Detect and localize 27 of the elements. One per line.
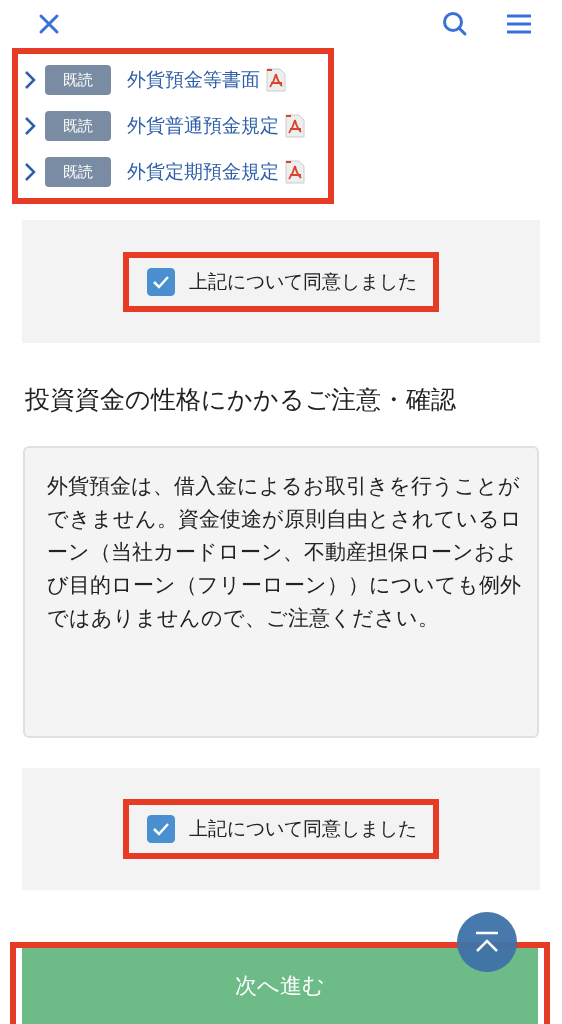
check-icon: [152, 822, 170, 836]
consent-label: 上記について同意しました: [189, 816, 417, 841]
consent-checkbox[interactable]: 上記について同意しました: [123, 799, 439, 859]
checkbox[interactable]: [147, 267, 175, 296]
section-heading: 投資資金の性格にかかるご注意・確認: [25, 384, 457, 416]
document-link[interactable]: 外貨定期預金規定: [127, 159, 279, 185]
read-badge: 既読: [45, 157, 111, 187]
close-icon[interactable]: [38, 13, 60, 35]
document-link[interactable]: 外貨普通預金規定: [127, 113, 279, 139]
chevron-icon: [24, 162, 36, 182]
check-icon: [152, 274, 170, 289]
pdf-icon[interactable]: [285, 160, 305, 184]
scroll-top-icon: [474, 931, 500, 953]
search-icon[interactable]: [442, 11, 468, 37]
chevron-icon: [24, 116, 36, 136]
read-badge: 既読: [45, 111, 111, 141]
pdf-icon[interactable]: [266, 68, 286, 92]
scroll-top-button[interactable]: [457, 912, 517, 972]
read-badge: 既読: [45, 65, 111, 95]
menu-icon[interactable]: [506, 14, 532, 34]
checkbox[interactable]: [147, 815, 175, 843]
pdf-icon[interactable]: [285, 114, 305, 138]
consent-label: 上記について同意しました: [189, 268, 417, 294]
document-link[interactable]: 外貨預金等書面: [127, 67, 260, 93]
notice-text: 外貨預金は、借入金によるお取引きを行うことができません。資金使途が原則自由とされているローン（当社カードローン、不動産担保ローンおよび目的ローン（フリーローン））についても例外ではありませんので、ご注意ください。: [23, 446, 539, 738]
chevron-icon: [24, 70, 36, 90]
consent-checkbox[interactable]: 上記について同意しました: [123, 251, 439, 312]
